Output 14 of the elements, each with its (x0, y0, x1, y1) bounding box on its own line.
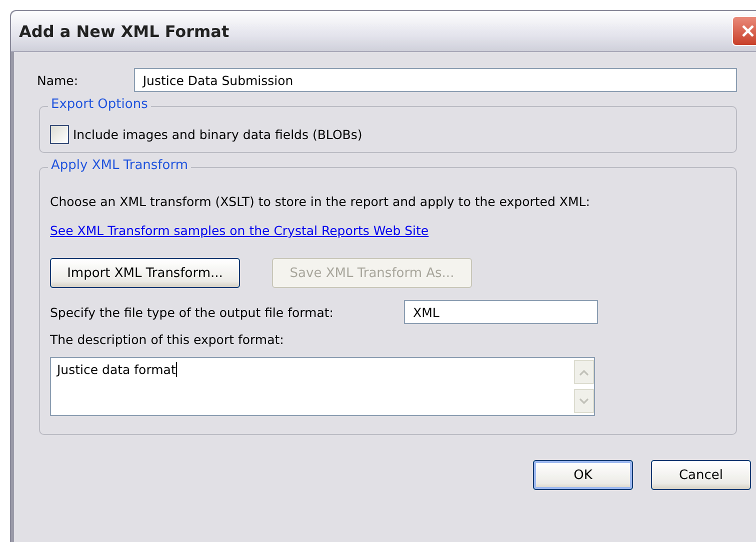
name-field[interactable]: Justice Data Submission (134, 68, 737, 92)
window-title: Add a New XML Format (19, 22, 230, 40)
file-type-label: Specify the file type of the output file format: (50, 304, 334, 320)
samples-link[interactable]: See XML Transform samples on the Crystal Reports Web Site (50, 223, 429, 238)
ok-button[interactable]: OK (533, 460, 633, 490)
cancel-button[interactable]: Cancel (651, 460, 751, 490)
description-label: The description of this export format: (50, 332, 285, 347)
import-button[interactable]: Import XML Transform... (50, 258, 240, 288)
file-type-field[interactable]: XML (404, 300, 598, 324)
checkbox-label: Include images and binary data fields (BLOBs) (73, 127, 362, 142)
group-title: Apply XML Transform (48, 158, 191, 173)
name-label: Name: (37, 72, 80, 88)
instruction-text: Choose an XML transform (XSLT) to store in the report and apply to the exported XML: (50, 194, 591, 209)
group-title: Export Options (48, 97, 151, 112)
